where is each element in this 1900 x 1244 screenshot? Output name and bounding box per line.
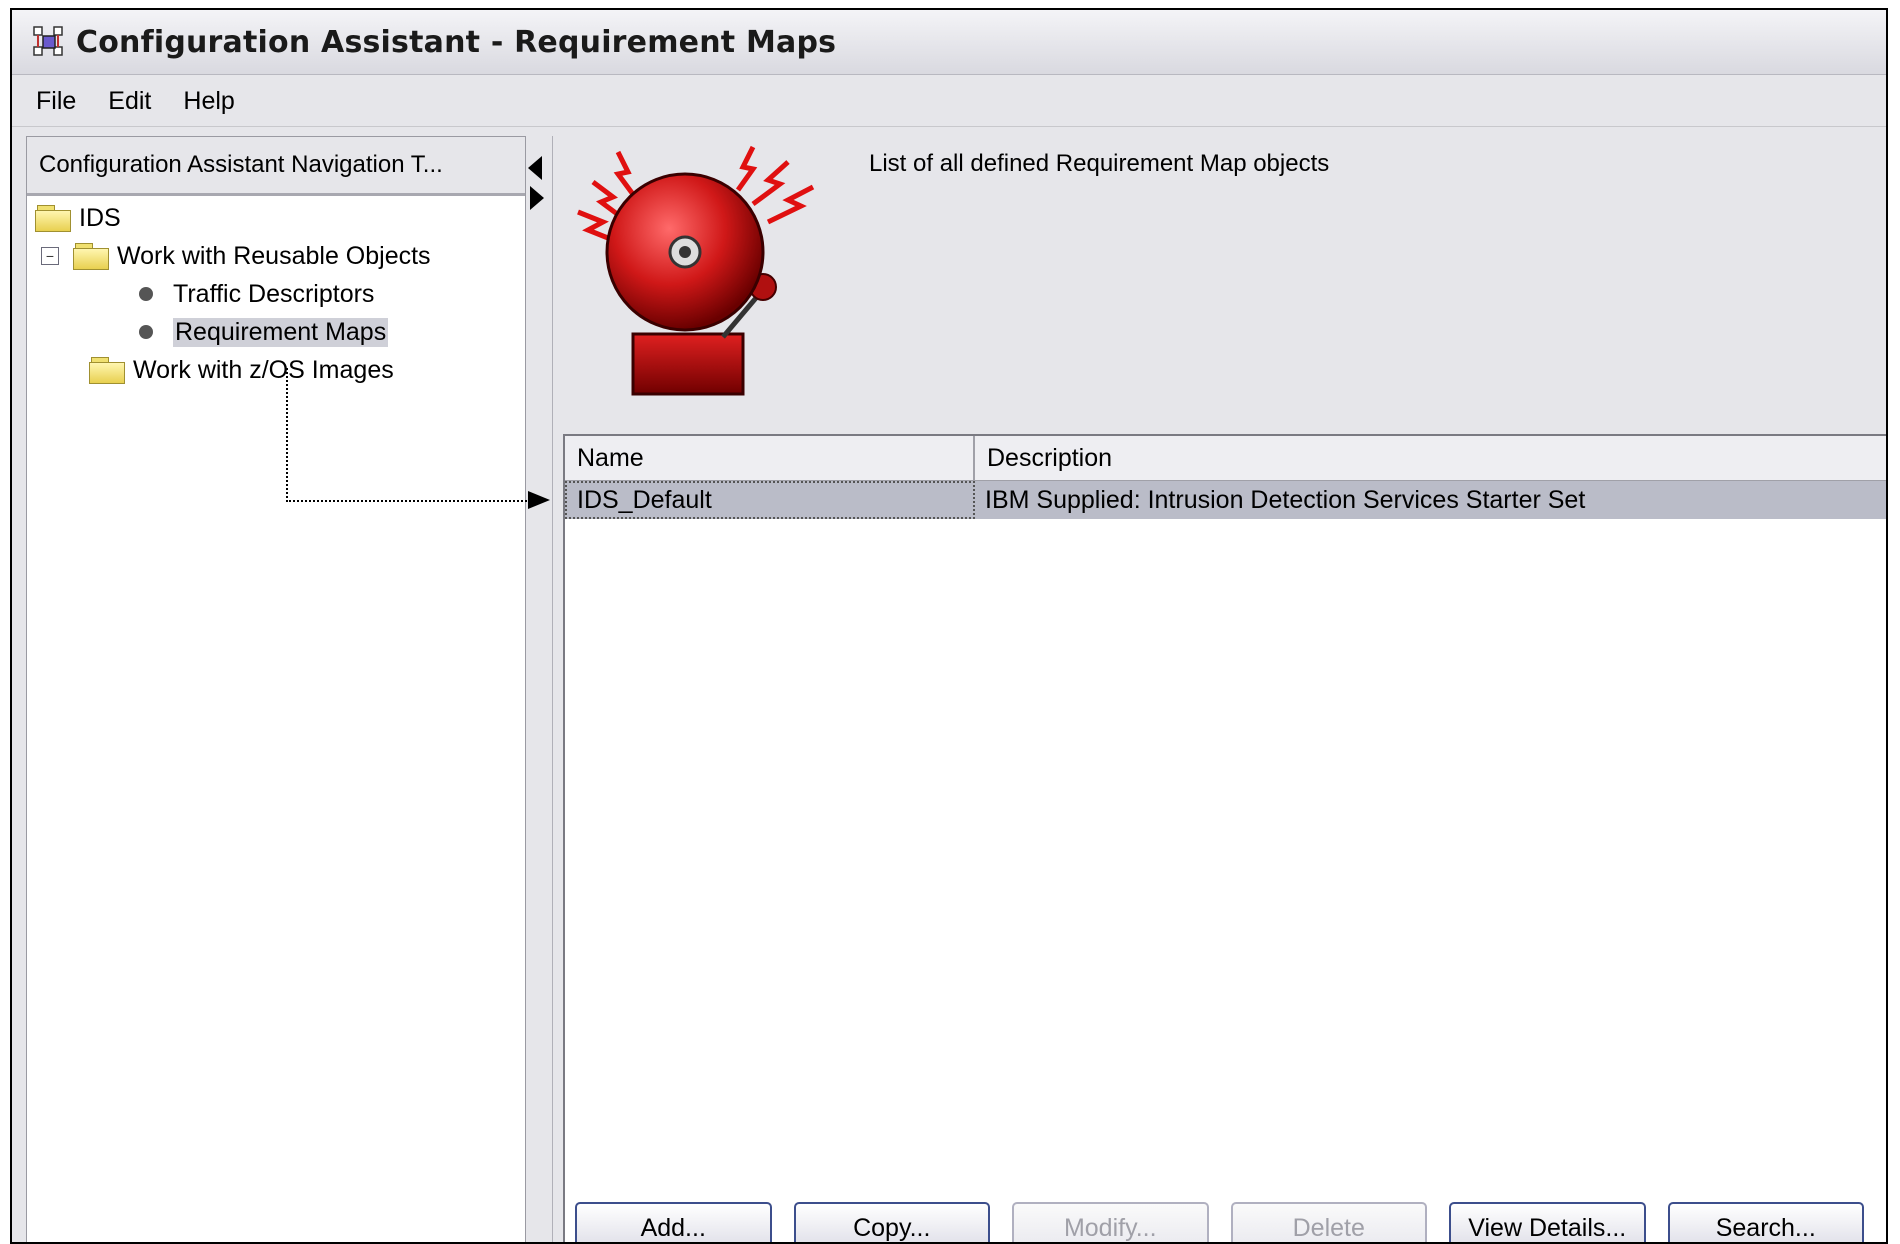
title-bar: Configuration Assistant - Requirement Ma… bbox=[12, 10, 1886, 75]
callout-connector-line bbox=[286, 368, 288, 502]
folder-icon bbox=[73, 243, 109, 270]
window-title: Configuration Assistant - Requirement Ma… bbox=[76, 24, 837, 60]
tree-item-traffic-descriptors[interactable]: Traffic Descriptors bbox=[139, 276, 374, 312]
navigation-tree: IDS − Work with Reusable Objects Traffic… bbox=[27, 196, 525, 384]
tree-item-label: Work with Reusable Objects bbox=[117, 241, 431, 270]
callout-connector-line bbox=[286, 500, 530, 502]
menu-help[interactable]: Help bbox=[183, 87, 234, 116]
leaf-bullet-icon bbox=[139, 325, 153, 339]
tree-item-reusable-objects[interactable]: − Work with Reusable Objects bbox=[41, 238, 431, 274]
tree-item-label: Requirement Maps bbox=[173, 317, 389, 347]
leaf-bullet-icon bbox=[139, 287, 153, 301]
search-button[interactable]: Search... bbox=[1667, 1202, 1864, 1242]
folder-icon bbox=[89, 357, 125, 384]
tree-item-label: Traffic Descriptors bbox=[173, 279, 375, 308]
menu-bar: File Edit Help bbox=[12, 76, 1886, 127]
menu-edit[interactable]: Edit bbox=[108, 87, 151, 116]
navigation-header: Configuration Assistant Navigation T... bbox=[27, 137, 525, 196]
column-header-description[interactable]: Description bbox=[975, 436, 1886, 480]
callout-arrow-icon bbox=[528, 491, 550, 509]
column-header-name[interactable]: Name bbox=[565, 436, 975, 480]
navigation-panel: Configuration Assistant Navigation T... … bbox=[26, 136, 526, 1242]
table-header: Name Description bbox=[565, 436, 1886, 481]
menu-file[interactable]: File bbox=[36, 87, 76, 116]
content-panel: List of all defined Requirement Map obje… bbox=[552, 136, 1886, 1242]
tree-item-ids[interactable]: IDS bbox=[35, 200, 121, 236]
app-network-icon bbox=[32, 25, 66, 59]
tree-item-label: IDS bbox=[79, 203, 121, 232]
delete-button[interactable]: Delete bbox=[1230, 1202, 1427, 1242]
action-buttons: Add... Copy... Modify... Delete View Det… bbox=[575, 1202, 1886, 1242]
folder-icon bbox=[35, 205, 71, 232]
view-details-button[interactable]: View Details... bbox=[1449, 1202, 1646, 1242]
panel-splitter[interactable] bbox=[526, 136, 550, 1242]
table-row[interactable]: IDS_Default IBM Supplied: Intrusion Dete… bbox=[565, 481, 1886, 519]
configuration-assistant-window: Configuration Assistant - Requirement Ma… bbox=[10, 8, 1888, 1244]
cell-description: IBM Supplied: Intrusion Detection Servic… bbox=[985, 485, 1586, 514]
add-button[interactable]: Add... bbox=[575, 1202, 772, 1242]
expand-right-icon[interactable] bbox=[530, 186, 544, 210]
requirement-maps-table: Name Description IDS_Default IBM Supplie… bbox=[563, 434, 1886, 1242]
collapse-icon[interactable]: − bbox=[41, 247, 59, 265]
cell-name: IDS_Default bbox=[565, 481, 975, 519]
tree-item-zos-images[interactable]: Work with z/OS Images bbox=[89, 352, 394, 388]
copy-button[interactable]: Copy... bbox=[793, 1202, 990, 1242]
alarm-bell-icon bbox=[573, 142, 823, 412]
panel-description: List of all defined Requirement Map obje… bbox=[869, 150, 1330, 177]
tree-item-requirement-maps[interactable]: Requirement Maps bbox=[139, 314, 389, 350]
modify-button[interactable]: Modify... bbox=[1012, 1202, 1209, 1242]
tree-item-label: Work with z/OS Images bbox=[133, 355, 394, 384]
collapse-left-icon[interactable] bbox=[528, 156, 542, 180]
